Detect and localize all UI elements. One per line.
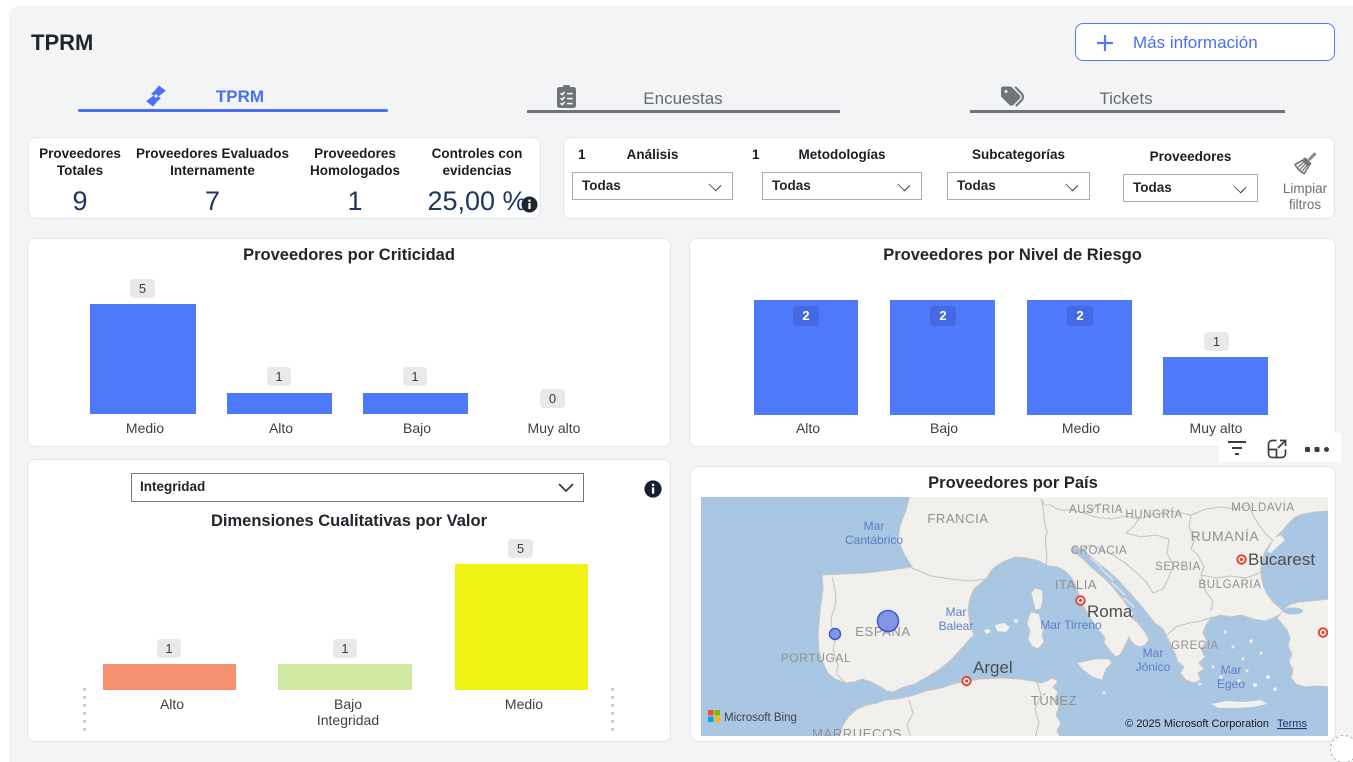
svg-text:Jónico: Jónico xyxy=(1136,660,1171,674)
svg-text:Terms: Terms xyxy=(1277,718,1307,730)
svg-text:Mar: Mar xyxy=(1143,646,1164,660)
svg-text:BULGARIA: BULGARIA xyxy=(1199,579,1262,591)
svg-text:GRECIA: GRECIA xyxy=(1171,640,1219,652)
svg-text:AUSTRIA: AUSTRIA xyxy=(1069,504,1123,516)
svg-text:RUMANÍA: RUMANÍA xyxy=(1191,528,1260,544)
svg-text:PORTUGAL: PORTUGAL xyxy=(781,651,852,665)
svg-text:Roma: Roma xyxy=(1087,602,1133,621)
svg-text:SERBIA: SERBIA xyxy=(1155,561,1201,573)
svg-text:TÚNEZ: TÚNEZ xyxy=(1031,693,1077,708)
svg-text:Bucarest: Bucarest xyxy=(1248,550,1315,569)
svg-text:Egeo: Egeo xyxy=(1217,677,1245,691)
svg-text:MOLDAVIA: MOLDAVIA xyxy=(1231,502,1294,514)
svg-text:Mar: Mar xyxy=(946,605,967,619)
svg-text:Argel: Argel xyxy=(973,658,1013,677)
svg-text:Microsoft Bing: Microsoft Bing xyxy=(724,712,797,724)
svg-text:Mar: Mar xyxy=(1221,663,1242,677)
svg-text:CROACIA: CROACIA xyxy=(1071,545,1128,557)
svg-text:Mar: Mar xyxy=(864,519,885,533)
svg-text:© 2025 Microsoft Corporation: © 2025 Microsoft Corporation xyxy=(1125,718,1269,730)
svg-text:HUNGRÍA: HUNGRÍA xyxy=(1125,508,1182,521)
svg-text:Cantábrico: Cantábrico xyxy=(845,533,903,547)
svg-text:FRANCIA: FRANCIA xyxy=(927,511,988,526)
svg-text:Balear: Balear xyxy=(939,619,974,633)
svg-text:MARRUECOS: MARRUECOS xyxy=(812,726,902,736)
svg-text:ITALIA: ITALIA xyxy=(1055,577,1097,592)
